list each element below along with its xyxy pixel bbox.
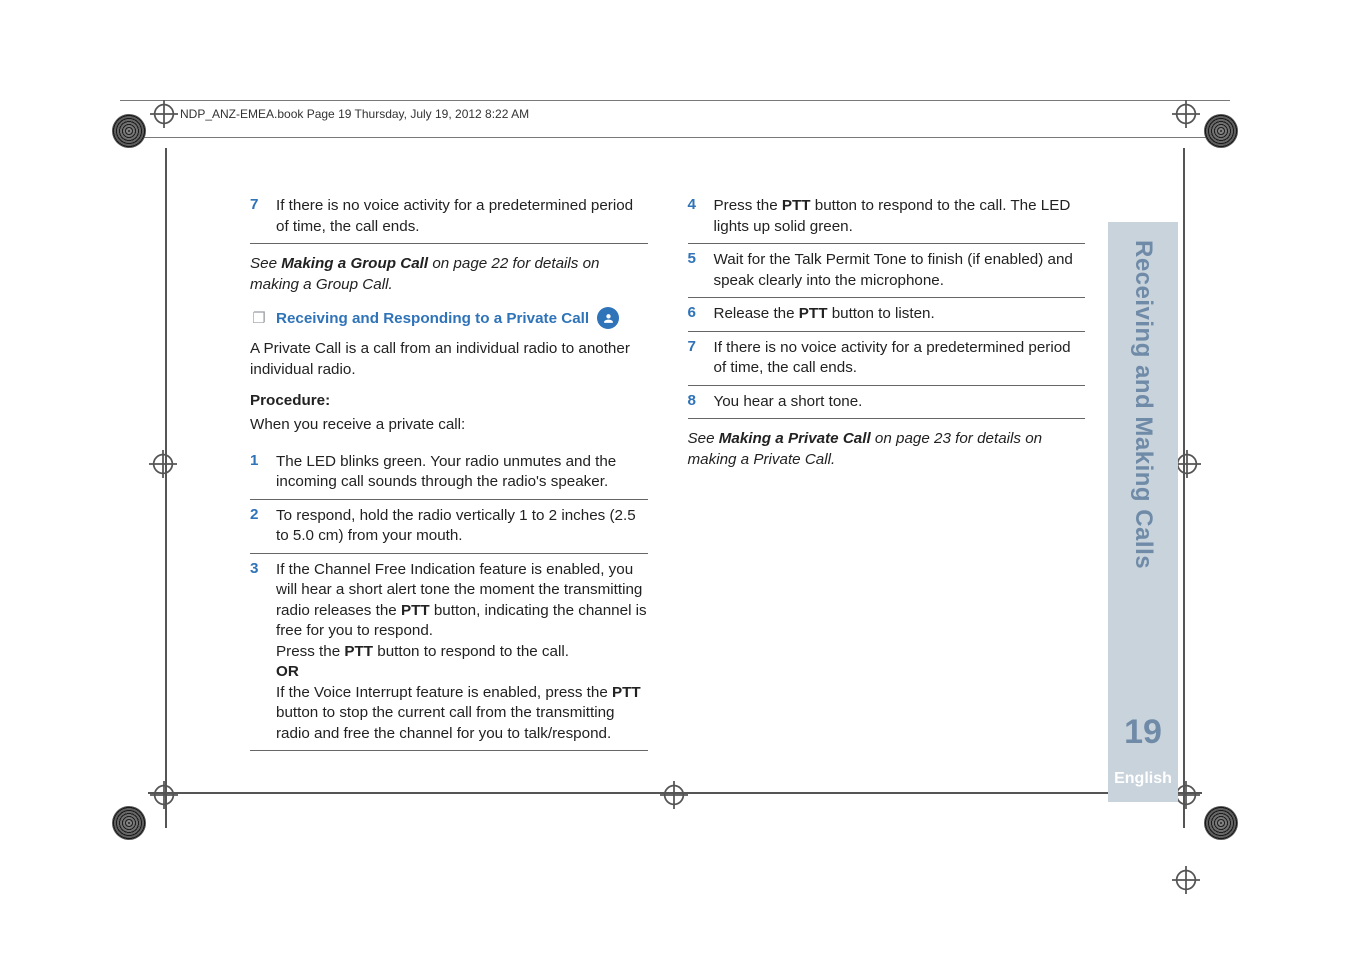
page-number: 19 — [1108, 713, 1178, 752]
private-call-icon — [597, 307, 619, 329]
step-text: To respond, hold the radio vertically 1 … — [276, 506, 648, 547]
crop-bar-left — [165, 148, 167, 828]
list-item: 6 Release the PTT button to listen. — [688, 297, 1086, 331]
intro-text: A Private Call is a call from an individ… — [250, 339, 648, 380]
book-icon: ❐ — [250, 309, 268, 327]
content-columns: 7 If there is no voice activity for a pr… — [250, 190, 1085, 751]
step-text: If there is no voice activity for a pred… — [714, 338, 1086, 379]
step-text: The LED blinks green. Your radio unmutes… — [276, 452, 648, 493]
step-number: 7 — [688, 338, 702, 379]
registration-mark-icon — [1172, 866, 1200, 894]
page: NDP_ANZ-EMEA.book Page 19 Thursday, July… — [0, 0, 1350, 954]
list-item: 7 If there is no voice activity for a pr… — [250, 190, 648, 244]
step-text: Press the PTT button to respond to the c… — [714, 196, 1086, 237]
step-number: 4 — [688, 196, 702, 237]
list-item: 2 To respond, hold the radio vertically … — [250, 499, 648, 553]
list-item: 7 If there is no voice activity for a pr… — [688, 331, 1086, 385]
step-text: If the Channel Free Indication feature i… — [276, 560, 648, 745]
left-column: 7 If there is no voice activity for a pr… — [250, 190, 648, 751]
see-also-link: Making a Group Call — [281, 255, 428, 272]
registration-mark-icon — [150, 781, 178, 809]
see-also: See Making a Private Call on page 23 for… — [688, 429, 1086, 470]
see-also-pre: See — [250, 255, 281, 272]
step-number: 7 — [250, 196, 264, 237]
step-text: If there is no voice activity for a pred… — [276, 196, 648, 237]
step-text: Wait for the Talk Permit Tone to finish … — [714, 250, 1086, 291]
section-tab: Receiving and Making Calls 19 English — [1108, 222, 1178, 802]
step-text: You hear a short tone. — [714, 392, 1086, 413]
crop-bar-right — [1183, 148, 1185, 828]
running-head: NDP_ANZ-EMEA.book Page 19 Thursday, July… — [180, 107, 529, 121]
step-number: 2 — [250, 506, 264, 547]
step-number: 8 — [688, 392, 702, 413]
see-also-pre: See — [688, 430, 719, 447]
printer-mark-icon — [112, 806, 146, 840]
registration-mark-icon — [149, 450, 177, 478]
printer-mark-icon — [1204, 114, 1238, 148]
list-item: 1 The LED blinks green. Your radio unmut… — [250, 446, 648, 499]
step-number: 1 — [250, 452, 264, 493]
registration-mark-icon — [150, 100, 178, 128]
list-item: 5 Wait for the Talk Permit Tone to finis… — [688, 243, 1086, 297]
procedure-label: Procedure: — [250, 392, 648, 409]
subsection-heading: ❐ Receiving and Responding to a Private … — [250, 307, 648, 329]
list-item: 3 If the Channel Free Indication feature… — [250, 553, 648, 752]
subsection-title: Receiving and Responding to a Private Ca… — [276, 310, 589, 327]
step-number: 6 — [688, 304, 702, 325]
see-also-link: Making a Private Call — [719, 430, 871, 447]
language-label: English — [1108, 770, 1178, 788]
registration-mark-icon — [660, 781, 688, 809]
right-column: 4 Press the PTT button to respond to the… — [688, 190, 1086, 751]
list-item: 8 You hear a short tone. — [688, 385, 1086, 420]
step-text: Release the PTT button to listen. — [714, 304, 1086, 325]
printer-mark-icon — [112, 114, 146, 148]
step-number: 3 — [250, 560, 264, 745]
procedure-intro: When you receive a private call: — [250, 415, 648, 436]
list-item: 4 Press the PTT button to respond to the… — [688, 190, 1086, 243]
see-also: See Making a Group Call on page 22 for d… — [250, 254, 648, 295]
section-tab-title: Receiving and Making Calls — [1129, 240, 1157, 569]
printer-mark-icon — [1204, 806, 1238, 840]
registration-mark-icon — [1172, 100, 1200, 128]
step-number: 5 — [688, 250, 702, 291]
